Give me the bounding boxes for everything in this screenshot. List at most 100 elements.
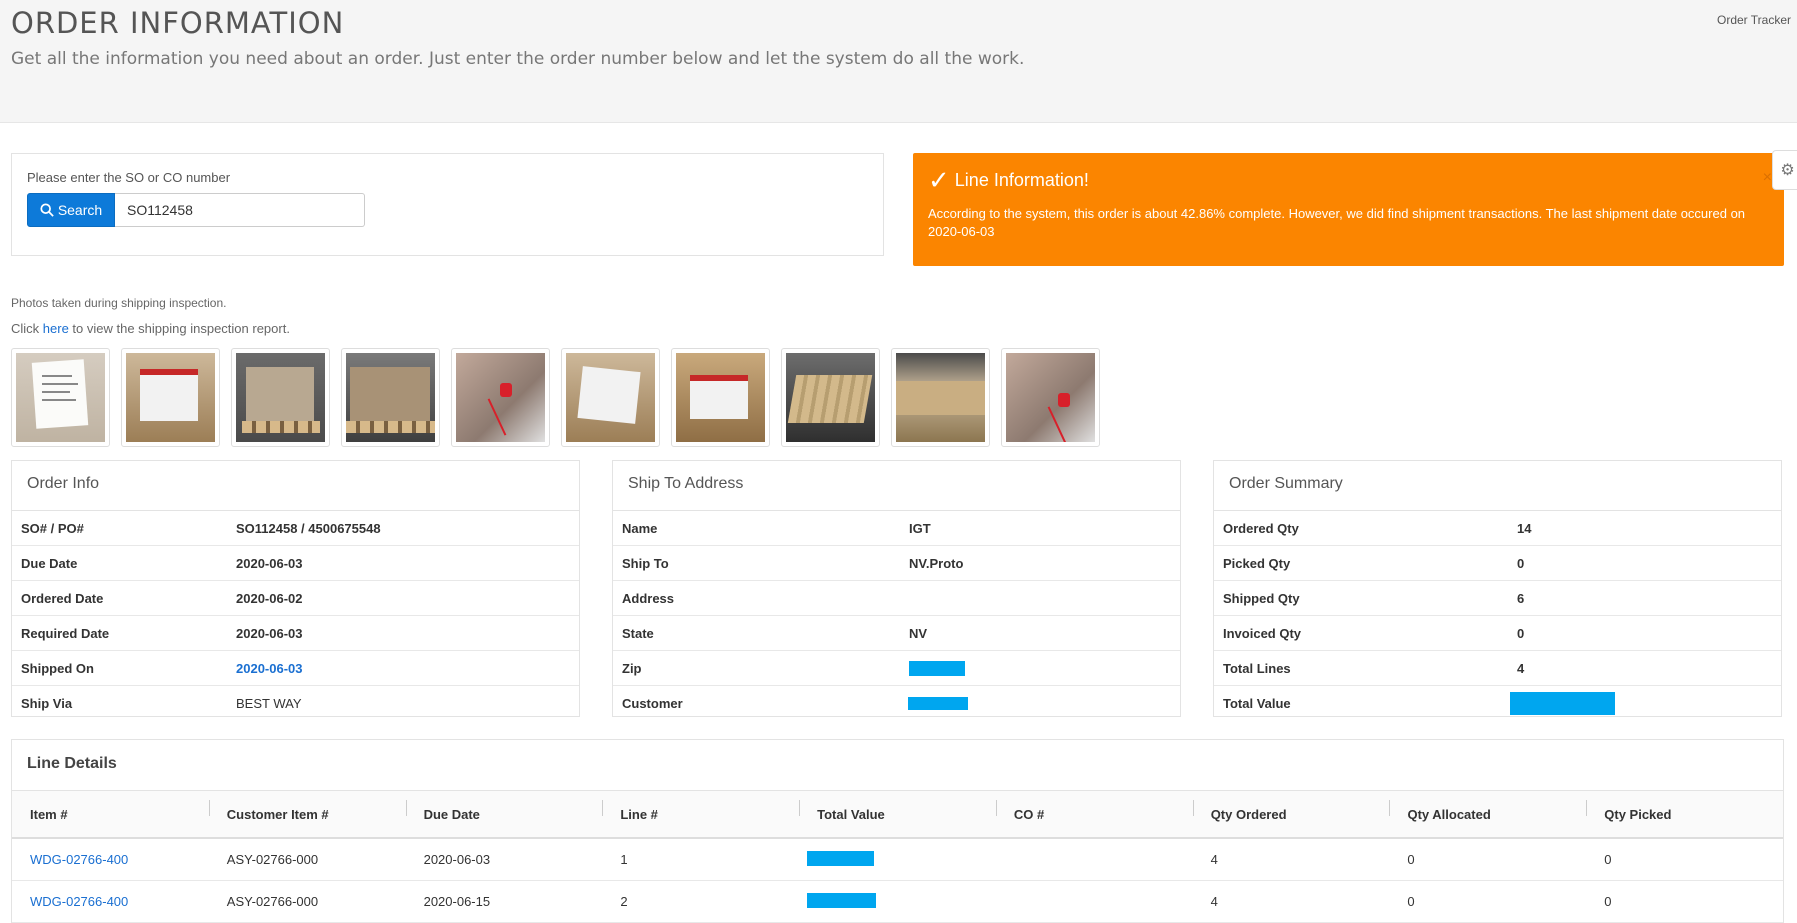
column-header-label: Qty Allocated: [1407, 806, 1491, 822]
order-info-row: SO# / PO# SO112458 / 4500675548: [12, 511, 579, 546]
redacted-total-value: [807, 892, 877, 908]
column-header-co[interactable]: CO #: [995, 799, 1193, 822]
row-value: 2020-06-02: [236, 590, 303, 606]
redacted-zip: [909, 660, 965, 676]
search-button[interactable]: Search: [27, 193, 115, 227]
table-row: WDG-02766-400 ASY-02766-000 2020-06-03 1…: [12, 839, 1783, 881]
order-info-title: Order Info: [12, 461, 579, 511]
order-summary-row: Invoiced Qty 0: [1214, 616, 1781, 651]
row-value: BEST WAY: [236, 696, 302, 711]
page-title: ORDER INFORMATION: [11, 6, 345, 40]
photo-report-prefix: Click: [11, 321, 43, 336]
row-value: NV.Proto: [909, 555, 964, 571]
order-number-input[interactable]: [115, 193, 365, 227]
inspection-photo-thumbnail[interactable]: [781, 348, 880, 447]
order-summary-panel: Order Summary Ordered Qty 14 Picked Qty 0 …: [1213, 460, 1782, 717]
column-header-due-date[interactable]: Due Date: [405, 799, 603, 822]
inspection-photo-thumbnail[interactable]: [231, 348, 330, 447]
inspection-photo-thumbnail[interactable]: [891, 348, 990, 447]
alert-title-text: Line Information!: [954, 169, 1089, 190]
column-header-qty-picked[interactable]: Qty Picked: [1586, 799, 1783, 822]
row-label: Total Value: [1223, 696, 1291, 711]
close-icon[interactable]: ×: [1763, 169, 1772, 187]
qty-ordered-cell: 4: [1210, 852, 1218, 867]
row-label: Picked Qty: [1223, 555, 1291, 571]
order-info-panel: Order Info SO# / PO# SO112458 / 450067554…: [11, 460, 580, 717]
row-label: Required Date: [21, 625, 110, 641]
row-value: SO112458 / 4500675548: [236, 520, 381, 536]
row-label: Ordered Qty: [1223, 520, 1299, 536]
item-link[interactable]: WDG-02766-400: [12, 894, 209, 909]
redacted-total-value: [807, 850, 875, 866]
ship-to-row: Address: [613, 581, 1180, 616]
qty-picked-cell: 0: [1604, 852, 1612, 867]
row-label: Invoiced Qty: [1223, 625, 1302, 641]
row-label: State: [622, 625, 654, 641]
ship-to-row: Customer: [613, 686, 1180, 721]
page-subtitle: Get all the information you need about a…: [11, 49, 1025, 69]
line-cell: 1: [620, 852, 628, 867]
row-value: 4: [1517, 660, 1525, 676]
column-header-line[interactable]: Line #: [602, 799, 799, 822]
check-icon: ✓: [928, 165, 950, 195]
qty-allocated-cell: 0: [1407, 852, 1415, 867]
due-date-cell: 2020-06-03: [423, 852, 491, 867]
column-header-label: Total Value: [817, 806, 885, 822]
column-header-total-value[interactable]: Total Value: [799, 799, 996, 822]
column-header-label: CO #: [1013, 806, 1045, 822]
line-details-panel: Line Details Item # Customer Item # Due …: [11, 739, 1784, 923]
breadcrumb-order-tracker[interactable]: Order Tracker: [1650, 13, 1797, 27]
row-label: Customer: [622, 696, 683, 711]
ship-to-row: State NV: [613, 616, 1180, 651]
ship-to-row: Name IGT: [613, 511, 1180, 546]
redacted-customer: [908, 697, 968, 710]
page-header: ORDER INFORMATION Get all the informatio…: [0, 0, 1797, 123]
column-header-qty-allocated[interactable]: Qty Allocated: [1389, 799, 1586, 822]
column-header-customer-item[interactable]: Customer Item #: [208, 799, 406, 822]
inspection-photo-thumbnail[interactable]: [671, 348, 770, 447]
row-label: Total Lines: [1223, 660, 1291, 676]
photo-note: Photos taken during shipping inspection.: [11, 296, 227, 310]
order-info-row: Due Date 2020-06-03: [12, 546, 579, 581]
item-link[interactable]: WDG-02766-400: [12, 852, 209, 867]
qty-ordered-cell: 4: [1210, 894, 1218, 909]
row-value: 2020-06-03: [236, 555, 303, 571]
gear-icon: ⚙: [1780, 162, 1795, 179]
settings-tab[interactable]: ⚙: [1772, 150, 1797, 190]
column-header-label: Due Date: [423, 806, 480, 822]
search-button-label: Search: [57, 202, 103, 218]
due-date-cell: 2020-06-15: [423, 894, 491, 909]
redacted-total-value: [1510, 692, 1615, 715]
total-value-cell: [799, 850, 996, 869]
column-header-qty-ordered[interactable]: Qty Ordered: [1192, 799, 1390, 822]
row-value: IGT: [909, 520, 931, 536]
order-summary-row: Total Value: [1214, 686, 1781, 721]
order-info-row: Shipped On 2020-06-03: [12, 651, 579, 686]
ship-to-title: Ship To Address: [613, 461, 1180, 511]
line-information-alert: ✓ Line Information! According to the sys…: [913, 153, 1784, 266]
ship-to-panel: Ship To Address Name IGT Ship To NV.Proto …: [612, 460, 1181, 717]
inspection-photo-thumbnail[interactable]: [11, 348, 110, 447]
inspection-photo-thumbnail[interactable]: [341, 348, 440, 447]
row-label: Zip: [622, 660, 642, 676]
row-label: Shipped On: [21, 660, 94, 676]
order-summary-row: Picked Qty 0: [1214, 546, 1781, 581]
column-header-item[interactable]: Item #: [12, 807, 209, 822]
total-value-cell: [799, 892, 996, 911]
line-cell: 2: [620, 894, 628, 909]
inspection-photo-thumbnail[interactable]: [451, 348, 550, 447]
row-value: 0: [1517, 555, 1525, 571]
column-header-label: Customer Item #: [226, 806, 329, 822]
qty-allocated-cell: 0: [1407, 894, 1415, 909]
inspection-photo-thumbnail[interactable]: [1001, 348, 1100, 447]
ship-to-row: Ship To NV.Proto: [613, 546, 1180, 581]
order-summary-title: Order Summary: [1214, 461, 1781, 511]
inspection-photo-thumbnail[interactable]: [121, 348, 220, 447]
inspection-report-link[interactable]: here: [43, 321, 69, 336]
qty-picked-cell: 0: [1604, 894, 1612, 909]
row-label: Ship Via: [21, 696, 73, 711]
customer-item-cell: ASY-02766-000: [226, 894, 319, 909]
shipped-on-link[interactable]: 2020-06-03: [236, 661, 303, 676]
row-label: Ship To: [622, 555, 669, 571]
inspection-photo-thumbnail[interactable]: [561, 348, 660, 447]
